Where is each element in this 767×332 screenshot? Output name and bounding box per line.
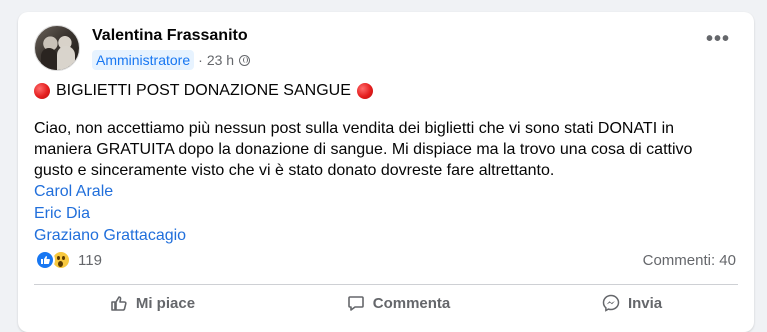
avatar[interactable] (34, 25, 80, 71)
more-options-button[interactable]: ••• (706, 29, 730, 49)
actions-divider (34, 284, 738, 285)
avatar-figure (57, 46, 75, 70)
mention-link[interactable]: Graziano Grattacagio (34, 225, 734, 247)
reactions-summary[interactable]: 119 (35, 250, 102, 270)
post-title-line: BIGLIETTI POST DONAZIONE SANGUE (34, 80, 734, 101)
author-name[interactable]: Valentina Frassanito (92, 26, 250, 46)
red-circle-icon (356, 82, 373, 99)
like-button[interactable]: Mi piace (110, 294, 195, 312)
post-subline: Amministratore · 23 h (92, 50, 251, 70)
like-label: Mi piace (135, 294, 196, 312)
separator-dot: · (198, 52, 203, 68)
messenger-icon (602, 294, 620, 312)
comments-count-link[interactable]: Commenti: 40 (643, 252, 736, 269)
thumbs-up-icon (111, 296, 127, 311)
red-circle-icon (34, 82, 50, 99)
globe-icon (239, 54, 251, 66)
post-content: BIGLIETTI POST DONAZIONE SANGUE Ciao, no… (34, 80, 734, 247)
like-icon (35, 250, 55, 270)
post-actions: Mi piace Commenta Invia (34, 294, 738, 312)
share-button[interactable]: Invia (602, 294, 662, 312)
comment-icon (347, 296, 364, 311)
post-meta: Valentina Frassanito Amministratore · 23… (92, 26, 251, 70)
comment-button[interactable]: Commenta (347, 294, 451, 312)
avatar-figure (41, 48, 57, 70)
post-header: Valentina Frassanito Amministratore · 23… (34, 25, 251, 71)
post-body: Ciao, non accettiamo più nessun post sul… (34, 120, 693, 179)
share-label: Invia (627, 294, 663, 312)
comment-label: Commenta (372, 294, 451, 312)
mention-link[interactable]: Eric Dia (34, 203, 734, 225)
post-card: Valentina Frassanito Amministratore · 23… (18, 12, 754, 332)
reaction-count: 119 (78, 251, 102, 269)
mention-link[interactable]: Carol Arale (34, 181, 734, 203)
post-time[interactable]: 23 h (207, 52, 234, 68)
role-badge[interactable]: Amministratore (92, 50, 195, 70)
post-title: BIGLIETTI POST DONAZIONE SANGUE (56, 82, 351, 99)
